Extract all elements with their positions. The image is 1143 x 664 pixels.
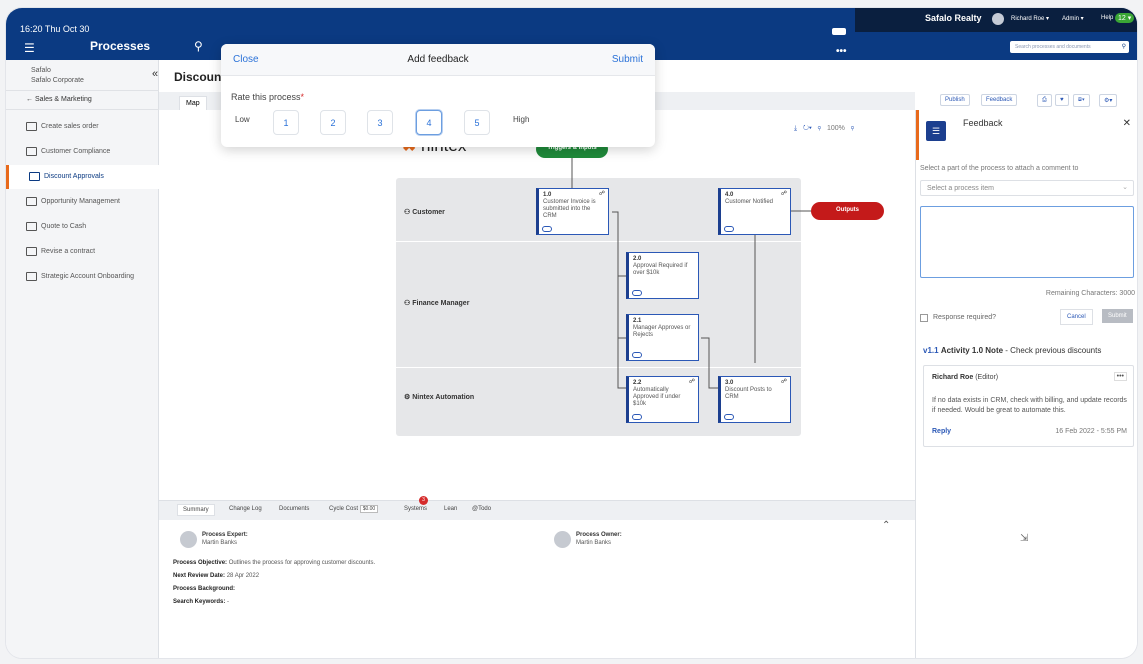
activity-1-0[interactable]: 1.0 Customer Invoice is submitted into t… [536, 188, 609, 235]
note-icon [724, 414, 734, 420]
rating-button-2[interactable]: 2 [320, 110, 346, 135]
note-icon [724, 226, 734, 232]
process-toolbar: Publish Feedback ⎙ ♥ ⧇▾ ⚙▾ [915, 90, 1137, 110]
activity-3-0[interactable]: 3.0 Discount Posts to CRM ☍ [718, 376, 791, 423]
avatar [554, 531, 571, 548]
tab-change-log[interactable]: Change Log [229, 506, 262, 512]
favorite-icon[interactable]: ♥ [1055, 94, 1069, 106]
add-feedback-modal: Close Add feedback Submit Rate this proc… [221, 44, 655, 147]
response-required-label: Response required? [933, 314, 997, 321]
activity-text: Approval Required if over $10k [633, 263, 688, 276]
tab-documents[interactable]: Documents [279, 506, 309, 512]
feedback-textarea[interactable] [920, 206, 1134, 278]
activity-4-0[interactable]: 4.0 Customer Notified ☍ [718, 188, 791, 235]
close-icon[interactable]: ✕ [1123, 118, 1131, 129]
cycle-cost-value: $0.00 [359, 505, 379, 513]
activity-text: Customer Notified [725, 199, 774, 205]
link-icon: ☍ [780, 191, 787, 197]
note-icon [632, 290, 642, 296]
activity-text: Automatically Approved if under $10k [633, 387, 681, 407]
activity-number: 1.0 [543, 192, 552, 198]
process-expert: Process Expert: Martin Banks [180, 531, 248, 548]
activity-2-1[interactable]: 2.1 Manager Approves or Rejects [626, 314, 699, 361]
activity-number: 2.0 [633, 256, 642, 262]
link-icon: ☍ [780, 379, 787, 385]
details-tabs: Summary Change Log Documents Cycle Cost … [159, 496, 915, 520]
feedback-icon: ☰ [926, 121, 946, 141]
systems-count-badge: 3 [419, 496, 428, 505]
print-icon[interactable]: ⎙ [1037, 94, 1052, 107]
rating-button-1[interactable]: 1 [273, 110, 299, 135]
activity-2-2[interactable]: 2.2 Automatically Approved if under $10k… [626, 376, 699, 423]
activity-text: Manager Approves or Rejects [633, 325, 691, 338]
scale-low-label: Low [235, 115, 250, 124]
modal-submit-button[interactable]: Submit [612, 54, 643, 65]
more-options-icon[interactable]: ••• [1113, 372, 1127, 381]
remaining-characters: Remaining Characters: 3000 [1045, 290, 1135, 297]
activity-2-0[interactable]: 2.0 Approval Required if over $10k [626, 252, 699, 299]
process-background: Process Background: [173, 586, 236, 592]
feedback-button[interactable]: Feedback [981, 94, 1018, 106]
required-mark: * [300, 92, 305, 102]
link-icon: ☍ [598, 191, 605, 197]
comment-author: Richard Roe (Editor) [932, 374, 999, 381]
chevron-down-icon: ⌄ [1122, 184, 1128, 191]
next-review-date: Next Review Date: 28 Apr 2022 [173, 573, 260, 579]
scale-high-label: High [513, 115, 530, 124]
submit-button[interactable]: Submit [1102, 309, 1133, 323]
tab-cycle-cost[interactable]: Cycle Cost $0.00 [329, 505, 379, 513]
activity-text: Discount Posts to CRM [725, 387, 772, 400]
feedback-header: ☰ Feedback ✕ [916, 110, 1137, 160]
search-keywords: Search Keywords: - [173, 599, 230, 605]
activity-number: 3.0 [725, 380, 734, 386]
activity-number: 2.1 [633, 318, 642, 324]
activity-number: 2.2 [633, 380, 642, 386]
modal-title: Add feedback [407, 54, 469, 65]
reply-link[interactable]: Reply [932, 428, 951, 435]
expand-panel-icon[interactable]: ⌃ [882, 520, 890, 531]
share-icon[interactable]: ⧇▾ [1073, 94, 1090, 107]
note-heading: v1.1 Activity 1.0 Note - Check previous … [923, 346, 1102, 355]
response-required-checkbox[interactable] [920, 314, 928, 322]
tab-systems[interactable]: Systems [404, 506, 427, 512]
feedback-title: Feedback [963, 118, 1003, 128]
rating-button-4[interactable]: 4 [416, 110, 442, 135]
rating-button-5[interactable]: 5 [464, 110, 490, 135]
tab-lean[interactable]: Lean [444, 506, 457, 512]
note-icon [632, 352, 642, 358]
comment-text: If no data exists in CRM, check with bil… [932, 397, 1127, 414]
tab-summary[interactable]: Summary [177, 504, 215, 516]
rating-button-3[interactable]: 3 [367, 110, 393, 135]
activity-text: Customer Invoice is submitted into the C… [543, 199, 596, 219]
process-objective: Process Objective: Outlines the process … [173, 560, 376, 566]
modal-header: Close Add feedback Submit [221, 44, 655, 76]
link-icon: ☍ [688, 379, 695, 385]
cancel-button[interactable]: Cancel [1060, 309, 1093, 325]
mouse-cursor-icon: ⇲ [1020, 533, 1029, 544]
feedback-hint: Select a part of the process to attach a… [920, 165, 1079, 172]
comment-card: Richard Roe (Editor) ••• If no data exis… [923, 365, 1134, 447]
process-owner: Process Owner: Martin Banks [554, 531, 622, 548]
publish-button[interactable]: Publish [940, 94, 970, 106]
feedback-panel: ☰ Feedback ✕ Select a part of the proces… [915, 110, 1137, 658]
connector [701, 337, 718, 389]
app-window: 16:20 Thu Oct 30 ☰ Processes ⚲ ••• Safal… [6, 8, 1137, 658]
note-icon [632, 414, 642, 420]
note-icon [542, 226, 552, 232]
activity-number: 4.0 [725, 192, 734, 198]
process-item-select[interactable]: Select a process item ⌄ [920, 180, 1134, 196]
avatar [180, 531, 197, 548]
rating-question: Rate this process* [231, 92, 305, 102]
settings-icon[interactable]: ⚙▾ [1099, 94, 1118, 107]
tab-todo[interactable]: @Todo [472, 506, 491, 512]
connector [612, 211, 626, 389]
select-placeholder: Select a process item [927, 185, 994, 192]
comment-date: 16 Feb 2022 - 5:55 PM [1055, 428, 1127, 435]
